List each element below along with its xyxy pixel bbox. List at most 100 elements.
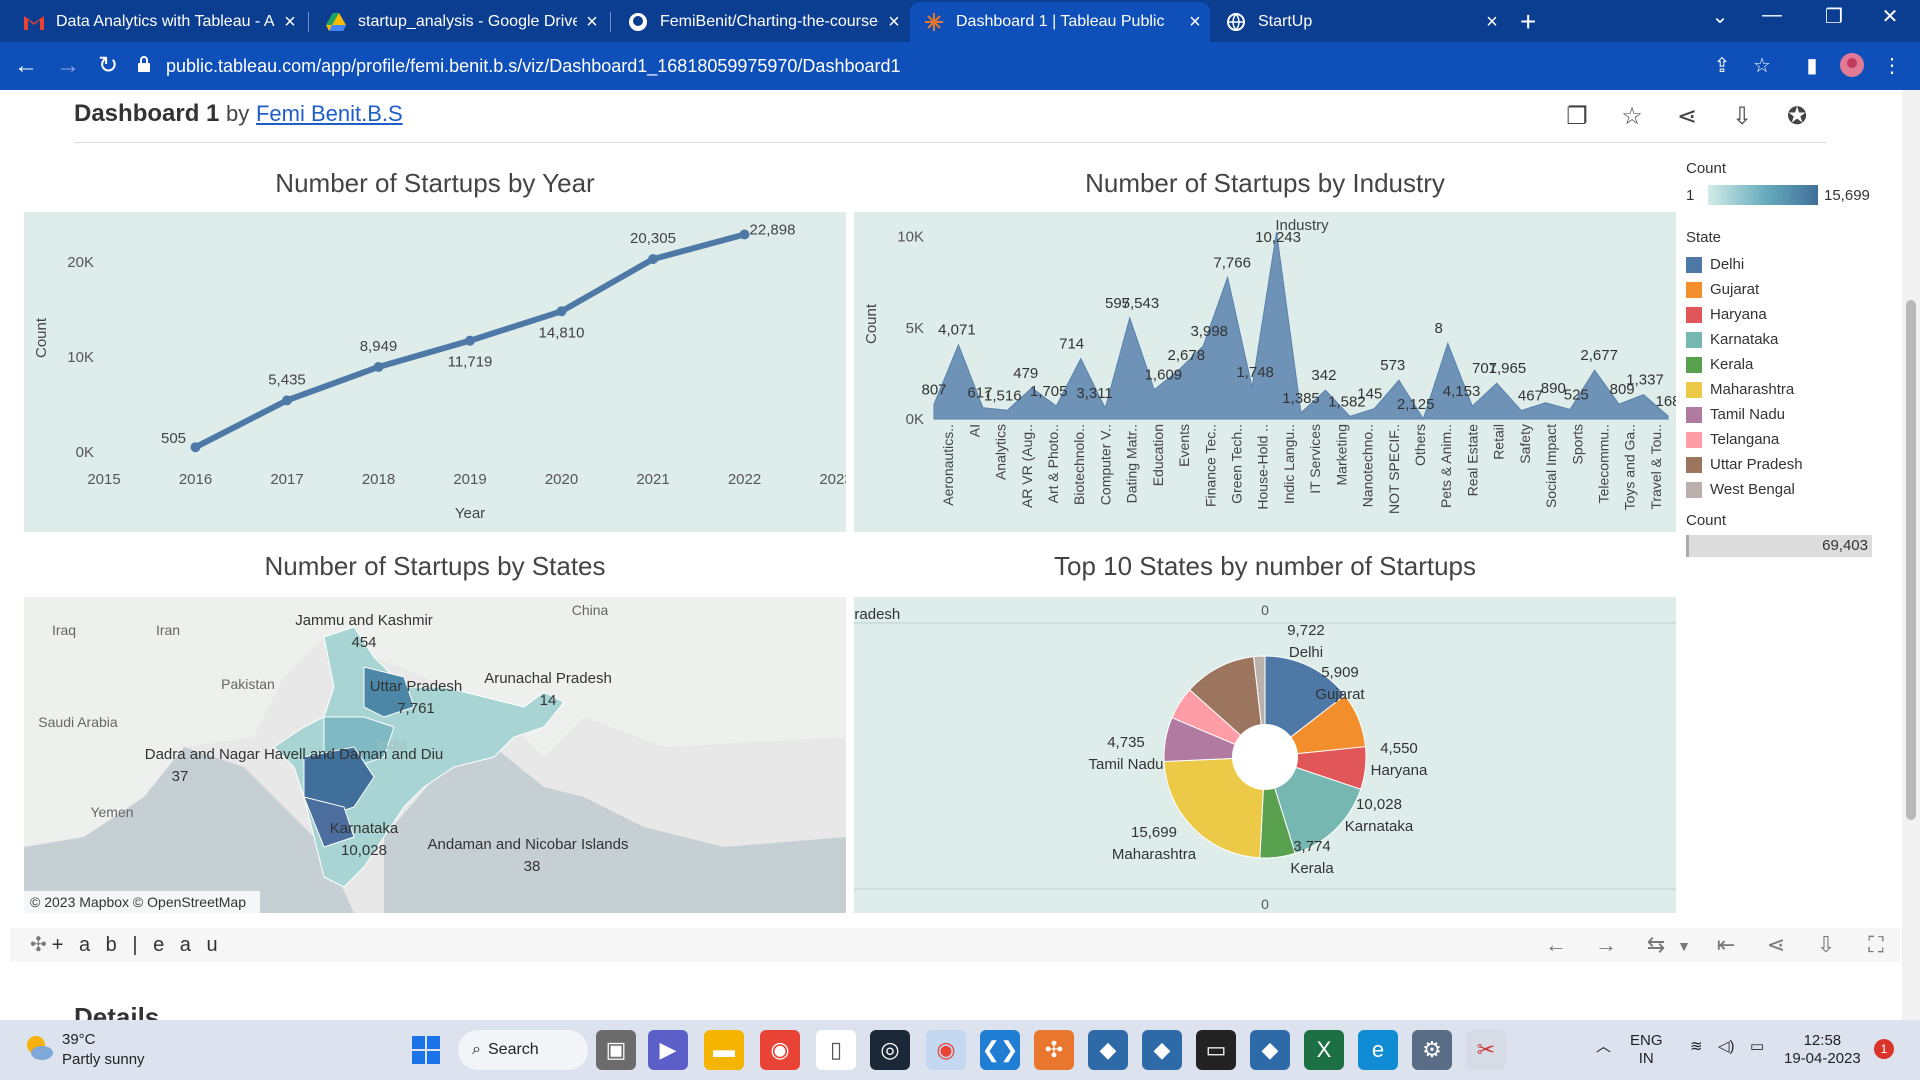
- download-icon[interactable]: ⇩: [1812, 932, 1840, 958]
- badge-icon[interactable]: ✪: [1782, 102, 1812, 132]
- category-label: Dating Matr..: [1124, 424, 1140, 503]
- fullscreen-icon[interactable]: ⛶: [1862, 932, 1890, 958]
- close-icon[interactable]: ×: [1180, 11, 1210, 34]
- tab-tableau[interactable]: Dashboard 1 | Tableau Public ×: [910, 2, 1210, 42]
- tray-chevron-up-icon[interactable]: ︿: [1596, 1038, 1611, 1056]
- revert-icon[interactable]: ⇆: [1642, 932, 1670, 958]
- clock[interactable]: 12:58 19-04-2023: [1784, 1032, 1861, 1068]
- teams-icon[interactable]: ▶: [648, 1030, 688, 1070]
- legend-item[interactable]: Delhi: [1686, 252, 1872, 277]
- bookmark-star-icon[interactable]: ☆: [1748, 52, 1776, 80]
- undo-icon[interactable]: ←: [1542, 932, 1570, 958]
- legend-swatch: [1686, 356, 1702, 373]
- profile-avatar[interactable]: [1838, 52, 1866, 80]
- restore-icon[interactable]: ❐: [1814, 4, 1854, 29]
- category-label: Education: [1150, 424, 1166, 486]
- slice-value-label: 3,774: [1293, 838, 1331, 855]
- slice-value-label: 7,761: [854, 597, 873, 601]
- author-link[interactable]: Femi Benit.B.S: [256, 101, 403, 126]
- settings-gear-icon[interactable]: ⚙: [1412, 1030, 1452, 1070]
- notification-badge[interactable]: 1: [1874, 1039, 1894, 1059]
- chrome-active-icon[interactable]: ◉: [926, 1030, 966, 1070]
- back-icon[interactable]: ←: [10, 50, 42, 82]
- data-label: 467: [1518, 387, 1543, 404]
- favorite-star-icon[interactable]: ☆: [1617, 102, 1647, 132]
- share-icon[interactable]: ⋖: [1672, 102, 1702, 132]
- copy-icon[interactable]: ❐: [1562, 102, 1592, 132]
- legend-item[interactable]: Telangana: [1686, 427, 1872, 452]
- close-icon[interactable]: ×: [275, 11, 305, 34]
- legend-item[interactable]: West Bengal: [1686, 477, 1872, 502]
- legend-swatch: [1686, 331, 1702, 348]
- url-text: public.tableau.com/app/profile/femi.beni…: [166, 56, 901, 76]
- download-icon[interactable]: ⇩: [1727, 102, 1757, 132]
- legend-item[interactable]: Gujarat: [1686, 277, 1872, 302]
- slice-value-label: 4,735: [1107, 734, 1145, 751]
- app-icon-1[interactable]: ◆: [1088, 1030, 1128, 1070]
- wifi-icon[interactable]: ≋: [1690, 1038, 1703, 1056]
- notepad-icon[interactable]: ▯: [816, 1030, 856, 1070]
- vscode-icon[interactable]: ❮❯: [980, 1030, 1020, 1070]
- legend-item[interactable]: Haryana: [1686, 302, 1872, 327]
- task-view-icon[interactable]: ▣: [596, 1030, 636, 1070]
- close-icon[interactable]: ×: [577, 11, 607, 34]
- page-scrollbar[interactable]: [1902, 90, 1920, 1020]
- legend-item[interactable]: Uttar Pradesh: [1686, 452, 1872, 477]
- count-max-label: 15,699: [1824, 186, 1870, 204]
- edge-icon[interactable]: e: [1358, 1030, 1398, 1070]
- scroll-thumb[interactable]: [1906, 300, 1916, 820]
- clock-date: 19-04-2023: [1784, 1050, 1861, 1067]
- minimize-icon[interactable]: —: [1752, 4, 1792, 27]
- tab-label: Dashboard 1 | Tableau Public: [956, 13, 1165, 30]
- url-field[interactable]: public.tableau.com/app/profile/femi.beni…: [138, 48, 1698, 84]
- tableau-app-icon[interactable]: ✣: [1034, 1030, 1074, 1070]
- chrome-icon[interactable]: ◉: [760, 1030, 800, 1070]
- start-windows-icon[interactable]: [406, 1030, 446, 1070]
- app-icon-3[interactable]: ◆: [1250, 1030, 1290, 1070]
- tab-gmail[interactable]: Data Analytics with Tableau - AM ×: [10, 2, 305, 42]
- steam-icon[interactable]: ◎: [870, 1030, 910, 1070]
- india-map[interactable]: Iraq IranPakistanSaudi ArabiaYemenChinaIn…: [24, 597, 846, 913]
- data-label: 168: [1655, 393, 1676, 410]
- excel-icon[interactable]: X: [1304, 1030, 1344, 1070]
- app-icon-2[interactable]: ◆: [1142, 1030, 1182, 1070]
- chevron-down-icon[interactable]: ▼: [1670, 938, 1698, 954]
- legend-item[interactable]: Maharashtra: [1686, 377, 1872, 402]
- close-icon[interactable]: ×: [1477, 11, 1507, 34]
- legend-item[interactable]: Tamil Nadu: [1686, 402, 1872, 427]
- data-label: 1,337: [1626, 372, 1664, 389]
- category-label: Events: [1176, 424, 1192, 467]
- menu-kebab-icon[interactable]: ⋮: [1878, 52, 1906, 80]
- language-indicator[interactable]: ENG IN: [1630, 1032, 1663, 1068]
- forward-icon[interactable]: →: [52, 50, 84, 82]
- y-tick-label: 20K: [67, 254, 94, 271]
- data-label: 505: [161, 430, 186, 447]
- data-point: [739, 229, 750, 240]
- new-tab-button[interactable]: +: [1520, 6, 1544, 38]
- states-map-pane[interactable]: Iraq Iran Pakistan Saudi Arabia Yemen China In…: [24, 597, 846, 913]
- sidepanel-icon[interactable]: ▮: [1798, 52, 1826, 80]
- terminal-icon[interactable]: ▭: [1196, 1030, 1236, 1070]
- tab-github[interactable]: FemiBenit/Charting-the-course-o ×: [614, 2, 909, 42]
- tab-drive[interactable]: startup_analysis - Google Drive ×: [312, 2, 607, 42]
- taskbar-search[interactable]: ⌕ Search: [458, 1030, 588, 1070]
- file-explorer-icon[interactable]: ▬: [704, 1030, 744, 1070]
- tab-search-chevron-icon[interactable]: ⌄: [1700, 4, 1740, 29]
- data-label: 8: [1434, 320, 1442, 337]
- redo-icon[interactable]: →: [1592, 932, 1620, 958]
- battery-icon[interactable]: ▭: [1750, 1038, 1764, 1056]
- snipping-tool-icon[interactable]: ✂: [1466, 1030, 1506, 1070]
- tab-startup[interactable]: StartUp ×: [1212, 2, 1507, 42]
- close-icon[interactable]: ×: [879, 11, 909, 34]
- share-icon[interactable]: ⋖: [1762, 932, 1790, 958]
- share-page-icon[interactable]: ⇪: [1708, 52, 1736, 80]
- weather-widget[interactable]: 39°C Partly sunny: [24, 1030, 145, 1070]
- legend-item[interactable]: Karnataka: [1686, 327, 1872, 352]
- data-label: 3,998: [1190, 323, 1228, 340]
- volume-icon[interactable]: ◁): [1718, 1038, 1735, 1056]
- data-point: [648, 254, 658, 265]
- reload-icon[interactable]: ↻: [92, 50, 124, 82]
- window-close-icon[interactable]: ✕: [1870, 4, 1910, 29]
- legend-item[interactable]: Kerala: [1686, 352, 1872, 377]
- reset-icon[interactable]: ⇤: [1712, 932, 1740, 958]
